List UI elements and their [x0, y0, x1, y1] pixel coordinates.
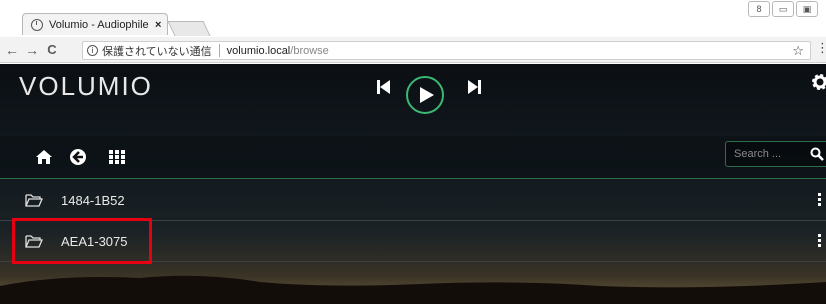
transport-controls — [370, 74, 510, 114]
mountain-silhouette — [0, 275, 826, 304]
volumio-app: VOLUMIO Search ... 1484-1B52 AEA1-3075 — [0, 64, 826, 304]
forward-button[interactable]: → — [24, 42, 40, 58]
volumio-logo[interactable]: VOLUMIO — [19, 71, 153, 102]
folder-name: 1484-1B52 — [61, 192, 125, 208]
more-options-icon[interactable] — [818, 193, 822, 209]
browser-tabstrip: Volumio - Audiophile M × 8 ▭ ▣ — [0, 0, 826, 37]
folder-open-icon — [25, 194, 43, 207]
search-icon[interactable] — [810, 147, 824, 161]
address-bar[interactable]: i 保護されていない通信 volumio.local/browse ☆ — [82, 41, 811, 60]
info-icon[interactable]: i — [87, 45, 98, 56]
security-status: 保護されていない通信 — [102, 45, 212, 58]
reload-button[interactable]: C — [44, 42, 60, 57]
play-button[interactable] — [406, 76, 444, 114]
browser-menu-button[interactable]: ⋮ — [816, 40, 826, 56]
tab-close-button[interactable]: × — [155, 19, 161, 31]
browser-tab[interactable]: Volumio - Audiophile M × — [22, 13, 168, 35]
maximize-button[interactable]: ▣ — [796, 1, 818, 17]
url-host: volumio.local — [226, 44, 291, 57]
back-button[interactable]: ← — [4, 42, 20, 58]
bookmark-star-icon[interactable]: ☆ — [792, 43, 804, 59]
gear-icon[interactable] — [812, 74, 826, 90]
home-icon[interactable] — [35, 148, 53, 166]
minimize-button[interactable]: ▭ — [772, 1, 794, 17]
skip-previous-icon[interactable] — [376, 79, 392, 95]
browser-toolbar: ← → C i 保護されていない通信 volumio.local/browse … — [0, 37, 826, 63]
browse-toolbar — [0, 136, 826, 179]
new-tab-button[interactable] — [167, 21, 211, 36]
more-options-icon[interactable] — [818, 234, 822, 250]
list-item[interactable]: 1484-1B52 — [0, 180, 826, 221]
user-button[interactable]: 8 — [748, 1, 770, 17]
annotation-highlight-box — [12, 218, 152, 264]
tab-title: Volumio - Audiophile M — [49, 18, 149, 31]
back-arrow-icon[interactable] — [69, 148, 87, 166]
search-input[interactable] — [734, 148, 808, 160]
url-path: /browse — [290, 44, 329, 57]
grid-icon[interactable] — [108, 148, 126, 166]
favicon-icon — [31, 18, 43, 31]
search-box — [725, 141, 826, 167]
window-controls: 8 ▭ ▣ — [748, 1, 818, 17]
play-icon — [420, 87, 434, 103]
skip-next-icon[interactable] — [466, 79, 482, 95]
address-divider — [218, 44, 220, 57]
